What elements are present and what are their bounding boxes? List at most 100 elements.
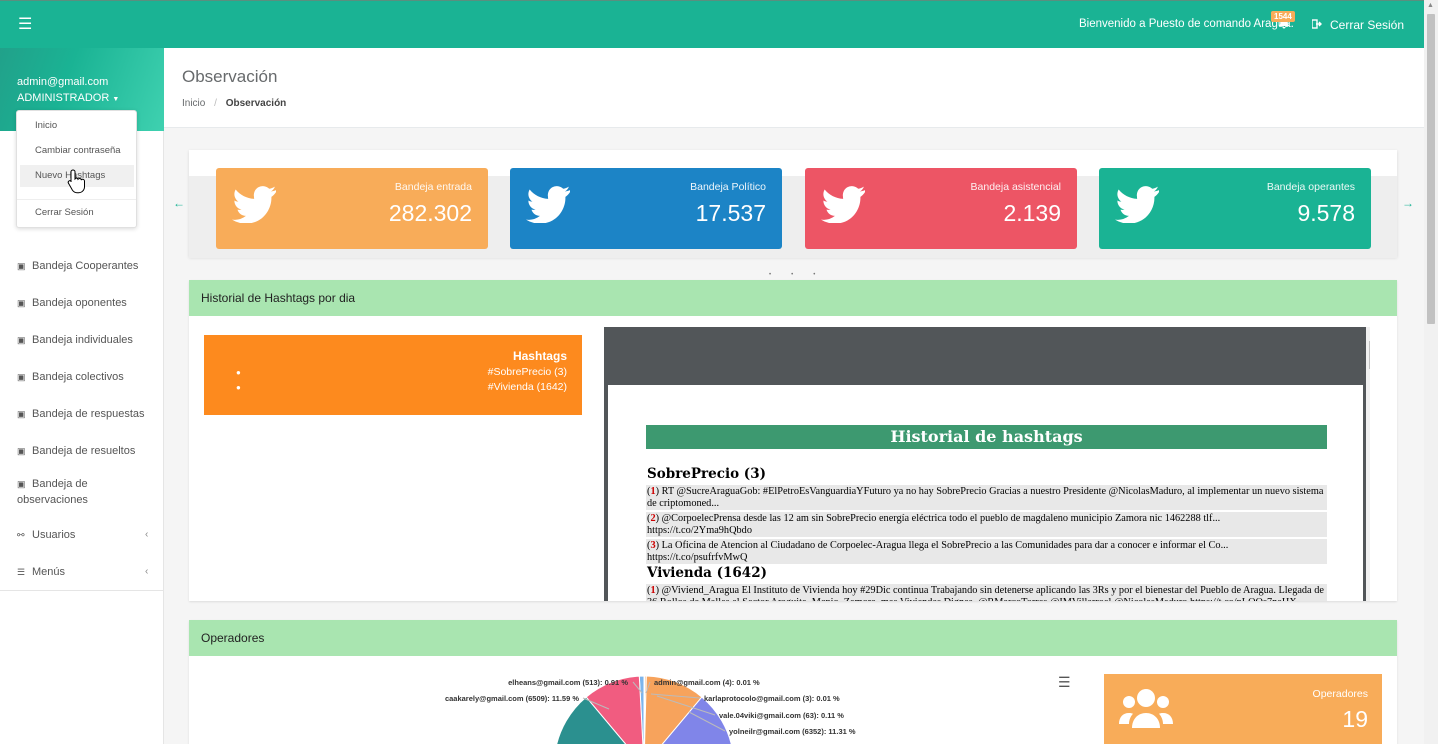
scroll-up-arrow-icon[interactable]: ▲ [1369, 329, 1370, 336]
inbox-icon: ▣ [17, 298, 26, 308]
card-bandeja-operantes[interactable]: Bandeja operantes 9.578 [1099, 168, 1371, 249]
section-heading: Vivienda (1642) [647, 565, 767, 581]
card-bandeja-politico[interactable]: Bandeja Político 17.537 [510, 168, 782, 249]
pie-data-label: yolneilr@gmail.com (6352): 11.31 % [729, 727, 856, 736]
sidebar-item-oponentes[interactable]: ▣ Bandeja oponentes [17, 297, 127, 309]
lock-icon: ⚯ [17, 530, 25, 540]
page-scrollbar[interactable]: ▲ [1424, 0, 1438, 744]
menu-item-cambiar-contrasena[interactable]: Cambiar contraseña [35, 145, 121, 156]
card-label: Bandeja operantes [1266, 181, 1355, 193]
card-value: 2.139 [1003, 200, 1061, 226]
twitter-icon [821, 186, 865, 223]
logout-label: Cerrar Sesión [1330, 18, 1405, 32]
hand-pointer-cursor-icon [66, 168, 88, 199]
section-heading: SobrePrecio (3) [647, 466, 766, 482]
tweet-item: (2) @CorpoelecPrensa desde las 12 am sin… [646, 512, 1327, 537]
tweet-index: 3 [650, 540, 656, 551]
tweet-text: RT @SucreAraguaGob: #ElPetroEsVanguardia… [647, 486, 1324, 509]
inbox-icon: ▣ [17, 446, 26, 456]
viewer-scrollbar-thumb[interactable] [1369, 341, 1370, 369]
operadores-label: Operadores [1312, 688, 1368, 700]
page-heading: Observación Inicio / Observación [164, 48, 1424, 128]
carousel-prev-arrow-icon[interactable]: ← [173, 196, 185, 210]
menu-item-cerrar-sesion[interactable]: Cerrar Sesión [35, 207, 94, 218]
card-label: Bandeja asistencial [970, 181, 1061, 193]
operators-pie-chart: elheans@gmail.com (513): 0.91 % admin@gma… [445, 675, 856, 744]
page-scrollbar-thumb[interactable] [1427, 14, 1435, 324]
document-viewer[interactable]: Historial de hashtags SobrePrecio (3) (1… [604, 327, 1370, 601]
sidebar-item-respuestas[interactable]: ▣ Bandeja de respuestas [17, 408, 145, 420]
breadcrumb: Inicio / Observación [182, 98, 286, 109]
sidebar-item-colectivos[interactable]: ▣ Bandeja colectivos [17, 371, 124, 383]
document-page: Historial de hashtags SobrePrecio (3) (1… [608, 385, 1363, 601]
breadcrumb-home-link[interactable]: Inicio [182, 98, 205, 109]
sidebar-item-label: Bandeja de [32, 478, 88, 490]
bars-icon: ☰ [17, 567, 26, 577]
twitter-icon [526, 186, 570, 223]
inbox-icon: ▣ [17, 261, 26, 271]
menu-item-inicio[interactable]: Inicio [35, 120, 57, 131]
user-email: admin@gmail.com [17, 76, 109, 88]
hashtags-panel: Historial de Hashtags por dia Hashtags ●… [189, 280, 1397, 601]
carousel-next-arrow-icon[interactable]: → [1402, 196, 1414, 210]
hashtags-box-title: Hashtags [512, 349, 567, 363]
bullet-icon: ● [236, 383, 241, 392]
inbox-icon: ▣ [17, 335, 26, 345]
chart-menu-icon[interactable]: ☰ [1058, 674, 1071, 691]
card-bandeja-entrada[interactable]: Bandeja entrada 282.302 [216, 168, 488, 249]
inbox-icon: ▣ [17, 409, 26, 419]
hashtag-item[interactable]: #SobrePrecio (3) [488, 366, 567, 378]
pie-data-label: admin@gmail.com (4): 0.01 % [654, 678, 760, 687]
chevron-left-icon: ‹ [145, 566, 149, 577]
operadores-value: 19 [1342, 706, 1368, 732]
sidebar-item-label: Bandeja de resueltos [32, 445, 136, 457]
hashtags-summary-box: Hashtags ● #SobrePrecio (3) ● #Vivienda … [204, 335, 582, 415]
sidebar-item-label: Menús [32, 566, 66, 578]
tweet-text: @Viviend_Aragua El Instituto de Vivienda… [647, 585, 1324, 601]
sidebar-item-observaciones[interactable]: ▣ Bandeja de observaciones [17, 476, 88, 508]
hashtag-item[interactable]: #Vivienda (1642) [488, 381, 567, 393]
logout-link[interactable]: Cerrar Sesión [1311, 18, 1405, 32]
sidebar-item-label: Usuarios [32, 529, 76, 541]
sidebar-divider [0, 590, 164, 591]
pie-data-label: vale.04viki@gmail.com (63): 0.11 % [719, 711, 844, 720]
operadores-stat-box: Operadores 19 [1104, 674, 1382, 744]
sidebar-item-label: Bandeja oponentes [32, 297, 127, 309]
card-value: 282.302 [388, 200, 472, 226]
tweet-text: @CorpoelecPrensa desde las 12 am sin Sob… [647, 513, 1221, 536]
card-label: Bandeja entrada [394, 181, 472, 193]
breadcrumb-separator: / [214, 98, 217, 109]
sidebar-item-cooperantes[interactable]: ▣ Bandeja Cooperantes [17, 260, 138, 272]
panel-title: Operadores [189, 620, 1397, 656]
sidebar-item-individuales[interactable]: ▣ Bandeja individuales [17, 334, 133, 346]
sidebar-item-label: Bandeja individuales [32, 334, 133, 346]
caret-down-icon: ▼ [112, 96, 120, 103]
twitter-icon [232, 186, 276, 223]
sidebar-item-label-line2: observaciones [17, 494, 88, 506]
inbox-icon: ▣ [17, 479, 26, 489]
twitter-icon [1115, 186, 1159, 223]
top-navbar: ☰ Bienvenido a Puesto de comando Aragua.… [0, 0, 1424, 48]
tweet-item: (3) La Oficina de Atencion al Ciudadano … [646, 539, 1327, 564]
sidebar-item-resueltos[interactable]: ▣ Bandeja de resueltos [17, 445, 135, 457]
operadores-panel: Operadores ☰ elheans@gmail.com (513): 0.… [189, 620, 1397, 744]
card-label: Bandeja Político [690, 181, 766, 193]
scroll-up-arrow-icon[interactable]: ▲ [1427, 2, 1434, 9]
sign-out-icon [1311, 18, 1322, 32]
document-title: Historial de hashtags [646, 425, 1327, 449]
card-bandeja-asistencial[interactable]: Bandeja asistencial 2.139 [805, 168, 1077, 249]
card-value: 17.537 [695, 200, 766, 226]
sidebar-item-usuarios[interactable]: ⚯ Usuarios ‹ [17, 529, 157, 541]
welcome-text: Bienvenido a Puesto de comando Aragua. [1079, 18, 1294, 30]
page-title: Observación [182, 67, 278, 86]
user-role-dropdown-toggle[interactable]: ADMINISTRADOR ▼ [17, 92, 119, 104]
sidebar-item-label: Bandeja Cooperantes [32, 260, 139, 272]
pie-data-label: elheans@gmail.com (513): 0.91 % [508, 678, 628, 687]
hamburger-menu-icon[interactable]: ☰ [18, 14, 32, 34]
tweet-text: La Oficina de Atencion al Ciudadano de C… [647, 540, 1229, 563]
sidebar-item-menus[interactable]: ☰ Menús ‹ [17, 566, 157, 578]
carousel-indicators[interactable]: ••• [769, 272, 835, 278]
card-value: 9.578 [1297, 200, 1355, 226]
tweet-index: 1 [650, 585, 656, 596]
notification-count-badge: 1544 [1271, 11, 1295, 22]
